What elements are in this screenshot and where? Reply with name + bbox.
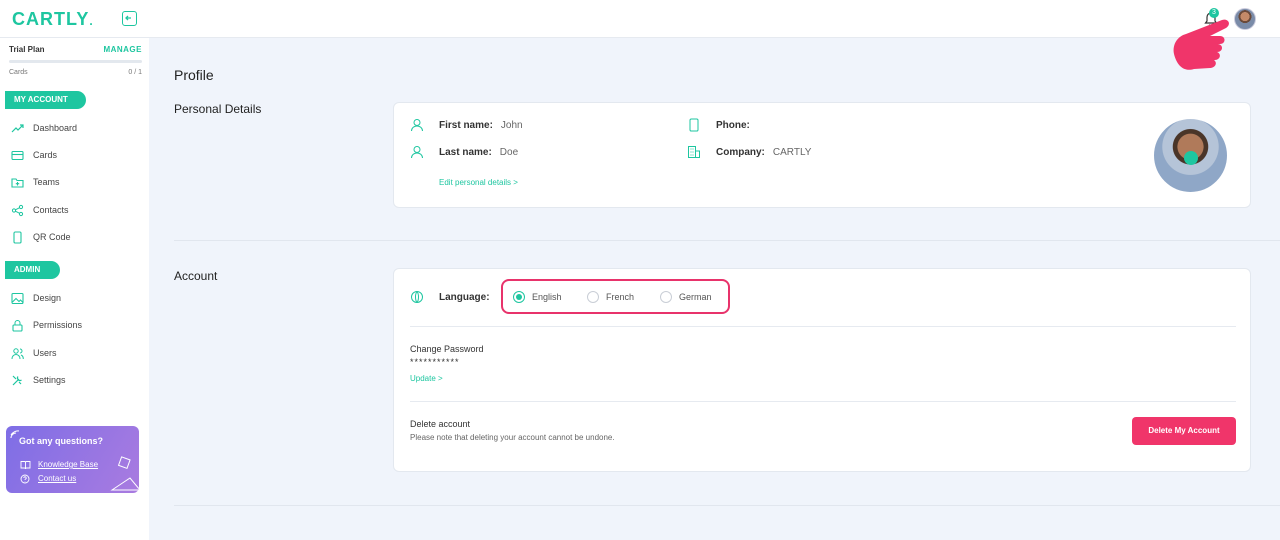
sidebar: Trial Plan MANAGE Cards 0 / 1 MY ACCOUNT… [0,38,149,540]
sidebar-item-label: Design [33,293,62,303]
sidebar-item-design[interactable]: Design [11,289,141,307]
sidebar-item-teams[interactable]: Teams [11,173,141,191]
update-password-link[interactable]: Update > [410,374,443,383]
sidebar-item-permissions[interactable]: Permissions [11,316,141,334]
sidebar-item-label: Permissions [33,320,83,330]
phone-label: Phone: [716,120,750,131]
sidebar-item-cards[interactable]: Cards [11,146,141,164]
personal-details-card: First name: John Last name: Doe Edit perso… [393,102,1251,208]
sidebar-item-label: Settings [33,375,66,385]
sidebar-item-label: Dashboard [33,123,78,133]
sidebar-item-label: QR Code [33,232,71,242]
cards-usage-count: 0 / 1 [128,69,142,76]
cards-usage-label: Cards [9,69,28,76]
trending-up-icon [11,124,24,133]
phone-icon [689,118,699,132]
section-divider [174,240,1280,241]
account-card: Language: English French German Change P… [393,268,1251,472]
sidebar-item-settings[interactable]: Settings [11,371,141,389]
last-name-value: Doe [499,147,519,158]
edit-photo-icon[interactable] [1184,151,1198,165]
inner-divider [410,401,1236,402]
image-icon [11,292,24,305]
users-icon [11,348,24,360]
sidebar-item-label: Contacts [33,205,69,215]
question-icon [20,474,30,484]
manage-plan-link[interactable]: MANAGE [103,45,142,54]
help-box: Got any questions? Knowledge Base Contac… [6,426,139,493]
cartly-logo[interactable]: CARTLY. [12,9,94,30]
sidebar-item-label: Teams [33,177,60,187]
language-label: Language: [439,292,490,303]
page-title: Profile [174,67,214,83]
tools-icon [12,375,22,386]
delete-account-title: Delete account [410,419,471,429]
edit-personal-details-link[interactable]: Edit personal details > [439,178,518,187]
user-icon [411,119,423,132]
top-bar: CARTLY. 3 [0,0,1280,38]
contact-us-link[interactable]: Contact us [20,474,76,484]
lock-icon [12,320,23,332]
plan-row: Trial Plan MANAGE [9,45,142,54]
first-name-label: First name: [439,120,493,131]
card-icon [11,150,24,161]
change-password-title: Change Password [410,344,484,354]
first-name-value: John [500,120,523,131]
company-value: CARTLY [772,147,812,158]
sidebar-item-label: Cards [33,150,58,160]
phone-icon [13,231,22,244]
delete-account-button[interactable]: Delete My Account [1132,417,1236,445]
sidebar-item-contacts[interactable]: Contacts [11,201,141,219]
help-title: Got any questions? [19,436,104,446]
last-name-field: Last name: Doe [410,145,518,161]
book-icon [20,461,31,470]
delete-account-note: Please note that deleting your account c… [410,433,615,442]
sidebar-item-users[interactable]: Users [11,344,141,362]
phone-field: Phone: [687,118,758,134]
personal-details-title: Personal Details [174,102,262,116]
section-my-account: MY ACCOUNT [5,91,86,109]
last-name-label: Last name: [439,147,492,158]
decorative-shapes-icon [110,456,139,491]
main-content: Profile Personal Details First name: John… [149,38,1280,540]
arrow-left-icon [125,15,131,21]
building-icon [688,146,700,158]
user-icon [411,146,423,159]
sidebar-item-dashboard[interactable]: Dashboard [11,119,141,137]
language-radio-group: English French German [501,279,730,314]
plan-name: Trial Plan [9,45,45,54]
language-field: Language: [410,290,498,306]
plan-usage-bar [9,60,142,63]
cards-usage-row: Cards 0 / 1 [9,69,142,76]
language-option-french[interactable]: French [587,291,634,303]
language-option-german[interactable]: German [660,291,712,303]
company-label: Company: [716,147,765,158]
inner-divider [410,326,1236,327]
radio-circle [513,291,525,303]
collapse-sidebar-button[interactable] [122,11,137,26]
company-field: Company: CARTLY [687,145,811,161]
sidebar-item-label: Users [33,348,57,358]
share-icon [11,204,24,217]
globe-icon [411,291,423,303]
account-title: Account [174,269,218,283]
password-mask: *********** [410,357,460,367]
sidebar-item-qr-code[interactable]: QR Code [11,228,141,246]
folder-plus-icon [11,178,24,188]
radio-circle [587,291,599,303]
section-admin: ADMIN [5,261,60,279]
radio-circle [660,291,672,303]
language-option-english[interactable]: English [513,291,562,303]
profile-photo[interactable] [1154,119,1227,192]
knowledge-base-link[interactable]: Knowledge Base [20,460,98,470]
section-divider [174,505,1280,506]
first-name-field: First name: John [410,118,523,134]
